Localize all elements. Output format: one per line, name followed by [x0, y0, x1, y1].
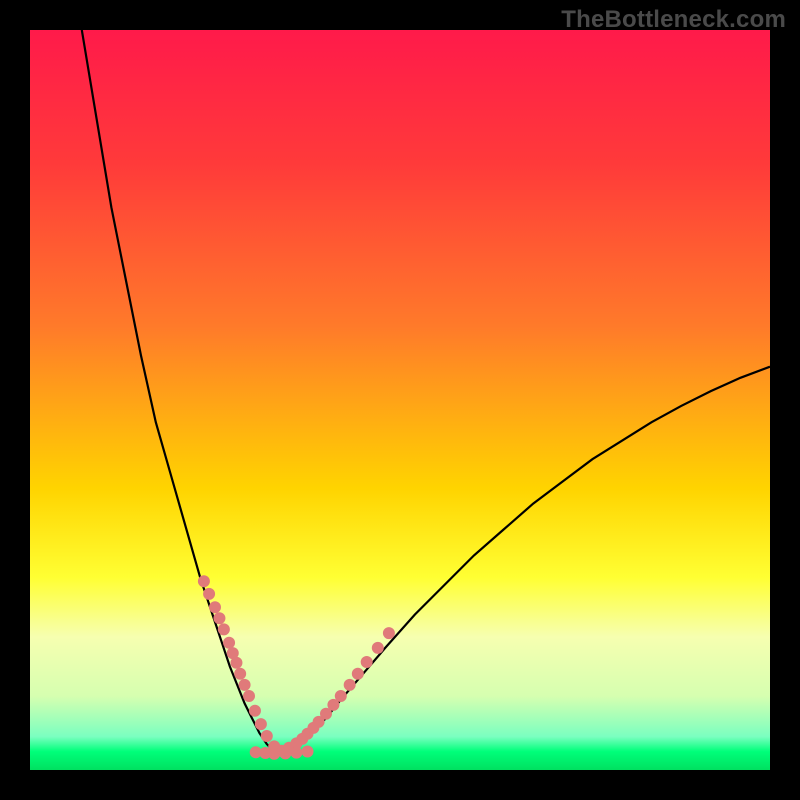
highlight-dot [244, 691, 255, 702]
chart-frame: TheBottleneck.com [0, 0, 800, 800]
highlight-dot [361, 656, 372, 667]
highlight-dot [261, 730, 272, 741]
highlight-dot [218, 624, 229, 635]
highlight-dot [344, 679, 355, 690]
highlight-dot [235, 668, 246, 679]
highlight-dot [239, 679, 250, 690]
highlight-dot [291, 747, 302, 758]
highlight-dot [224, 637, 235, 648]
highlight-dot [383, 628, 394, 639]
highlight-dot [321, 708, 332, 719]
highlight-dot [372, 642, 383, 653]
highlight-dot [204, 588, 215, 599]
highlight-dot [328, 699, 339, 710]
highlight-dot [210, 602, 221, 613]
highlight-dot [198, 576, 209, 587]
gradient-background [30, 30, 770, 770]
highlight-dot [255, 719, 266, 730]
highlight-dot [269, 748, 280, 759]
bottleneck-curve-chart [30, 30, 770, 770]
highlight-dot [280, 748, 291, 759]
plot-area [30, 30, 770, 770]
highlight-dot [302, 746, 313, 757]
highlight-dot [249, 705, 260, 716]
highlight-dot [352, 668, 363, 679]
highlight-dot [214, 613, 225, 624]
highlight-dot [335, 691, 346, 702]
highlight-dot [231, 657, 242, 668]
